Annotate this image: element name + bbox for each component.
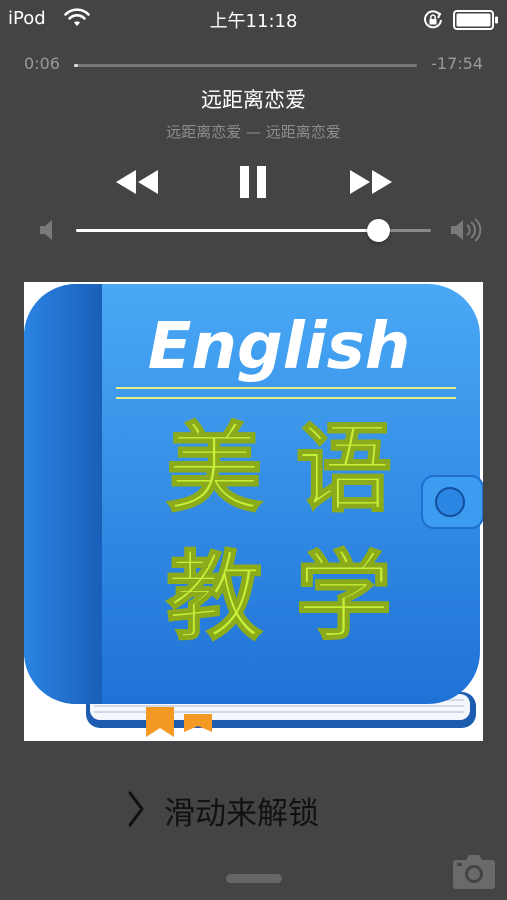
volume-slider[interactable] [76, 219, 431, 242]
artwork-line-1: 美 语 [166, 413, 391, 525]
scrubber[interactable] [74, 64, 417, 67]
volume-fill [76, 229, 378, 232]
unlock-label: 滑动来解锁 [164, 796, 319, 832]
camera-icon[interactable] [452, 854, 496, 890]
song-title: 远距离恋爱 [201, 88, 306, 112]
status-bar: iPod 上午11:18 [0, 0, 507, 40]
control-center-grabber[interactable] [226, 874, 282, 883]
speaker-low-icon [40, 220, 52, 240]
slide-to-unlock[interactable]: 滑动来解锁 [0, 786, 507, 832]
rewind-icon[interactable] [114, 168, 160, 196]
fast-forward-icon[interactable] [348, 168, 394, 196]
volume-knob[interactable] [366, 219, 390, 242]
artwork-line-2: 教 学 [166, 541, 391, 653]
rotation-lock-icon [424, 10, 442, 29]
pause-icon[interactable] [238, 164, 268, 200]
speaker-high-icon [451, 218, 482, 242]
song-artist-album: 远距离恋爱 — 远距离恋爱 [166, 123, 341, 141]
app-book-icon: English 美 语 教 学 [24, 284, 483, 737]
remaining-time: -17:54 [431, 54, 483, 73]
chevron-right-icon [128, 791, 144, 827]
playback-progress: 0:06 -17:54 [0, 52, 507, 76]
battery-icon [453, 10, 498, 30]
album-artwork: English 美 语 教 学 [24, 282, 483, 741]
scrubber-fill [74, 64, 79, 67]
artwork-heading: English [148, 310, 411, 384]
elapsed-time: 0:06 [24, 54, 60, 73]
volume-control [0, 214, 507, 246]
